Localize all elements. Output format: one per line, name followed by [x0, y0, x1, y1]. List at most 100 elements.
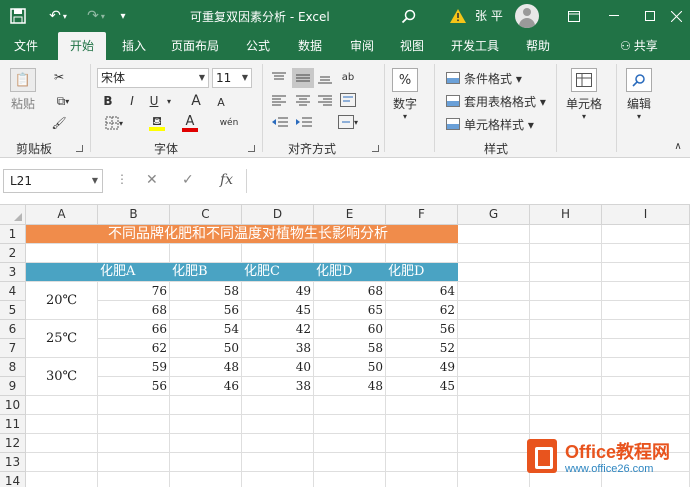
undo-icon[interactable]: ↶ ▾: [44, 7, 72, 25]
tab-review[interactable]: 审阅: [340, 32, 384, 60]
tab-file[interactable]: 文件: [6, 32, 46, 60]
select-all-button[interactable]: [0, 205, 26, 225]
tab-insert[interactable]: 插入: [112, 32, 156, 60]
data-cell[interactable]: 46: [170, 377, 242, 396]
more-options-icon[interactable]: ⋮: [116, 172, 128, 186]
tab-page-layout[interactable]: 页面布局: [162, 32, 228, 60]
cell[interactable]: [98, 453, 170, 472]
temperature-label[interactable]: 20℃: [26, 282, 97, 319]
tab-developer[interactable]: 开发工具: [440, 32, 510, 60]
cell[interactable]: [98, 244, 170, 263]
cut-icon[interactable]: ✂: [50, 68, 68, 86]
cell[interactable]: [98, 396, 170, 415]
wrap-text-icon[interactable]: [338, 90, 358, 110]
column-label[interactable]: 化肥D: [316, 263, 386, 281]
row-header[interactable]: 9: [0, 377, 26, 396]
cell[interactable]: [386, 453, 458, 472]
cell[interactable]: [170, 472, 242, 487]
data-cell[interactable]: 49: [242, 282, 314, 301]
sheet-title[interactable]: 不同品牌化肥和不同温度对植物生长影响分析: [26, 225, 458, 243]
cell[interactable]: [458, 396, 530, 415]
column-header[interactable]: E: [314, 205, 386, 225]
column-header[interactable]: F: [386, 205, 458, 225]
cell[interactable]: [386, 396, 458, 415]
cell[interactable]: [602, 301, 690, 320]
data-cell[interactable]: 64: [386, 282, 458, 301]
row-header[interactable]: 5: [0, 301, 26, 320]
formula-input[interactable]: [246, 169, 690, 193]
decrease-indent-icon[interactable]: [270, 114, 290, 130]
data-cell[interactable]: 38: [242, 339, 314, 358]
cell[interactable]: [458, 320, 530, 339]
close-icon[interactable]: [662, 4, 690, 28]
cell[interactable]: [530, 282, 602, 301]
cell[interactable]: [314, 434, 386, 453]
font-launcher-icon[interactable]: [248, 145, 255, 152]
data-cell[interactable]: 76: [98, 282, 170, 301]
cell[interactable]: [386, 415, 458, 434]
redo-icon[interactable]: ↷ ▾: [82, 7, 110, 25]
cell[interactable]: [530, 320, 602, 339]
copy-icon[interactable]: ⧉ ▾: [50, 92, 76, 110]
cell[interactable]: [530, 225, 602, 244]
column-header[interactable]: G: [458, 205, 530, 225]
data-cell[interactable]: 38: [242, 377, 314, 396]
alignment-launcher-icon[interactable]: [372, 145, 379, 152]
temperature-label[interactable]: 25℃: [26, 320, 97, 357]
decrease-font-button[interactable]: A: [214, 94, 228, 110]
cell[interactable]: [602, 358, 690, 377]
data-cell[interactable]: 45: [386, 377, 458, 396]
cell[interactable]: [530, 358, 602, 377]
data-cell[interactable]: 48: [314, 377, 386, 396]
cell[interactable]: [602, 244, 690, 263]
cell[interactable]: [458, 377, 530, 396]
cell[interactable]: [386, 472, 458, 487]
row-header[interactable]: 2: [0, 244, 26, 263]
row-header[interactable]: 4: [0, 282, 26, 301]
align-top-icon[interactable]: [270, 70, 288, 86]
cell[interactable]: [26, 244, 98, 263]
cell[interactable]: [242, 453, 314, 472]
cell[interactable]: [602, 415, 690, 434]
column-header[interactable]: H: [530, 205, 602, 225]
cell[interactable]: [314, 244, 386, 263]
orientation-icon[interactable]: ab: [340, 68, 356, 86]
align-middle-icon[interactable]: [292, 68, 314, 88]
row-header[interactable]: 12: [0, 434, 26, 453]
cell[interactable]: [26, 434, 98, 453]
cell[interactable]: [242, 244, 314, 263]
cell[interactable]: [98, 434, 170, 453]
data-cell[interactable]: 42: [242, 320, 314, 339]
cell[interactable]: [98, 472, 170, 487]
cell[interactable]: [170, 415, 242, 434]
conditional-formatting-button[interactable]: 条件格式 ▾: [446, 68, 522, 88]
data-cell[interactable]: 50: [170, 339, 242, 358]
cell[interactable]: [170, 396, 242, 415]
cell[interactable]: [602, 225, 690, 244]
align-center-icon[interactable]: [294, 92, 312, 108]
column-label[interactable]: 化肥B: [172, 263, 242, 281]
avatar[interactable]: [515, 4, 539, 28]
column-header[interactable]: B: [98, 205, 170, 225]
fill-color-icon[interactable]: ⛾: [142, 112, 172, 134]
increase-indent-icon[interactable]: [294, 114, 314, 130]
column-header[interactable]: D: [242, 205, 314, 225]
collapse-ribbon-icon[interactable]: ∧: [672, 140, 684, 152]
tab-formulas[interactable]: 公式: [236, 32, 280, 60]
cell[interactable]: [602, 282, 690, 301]
font-size-combo[interactable]: 11 ▼: [212, 68, 252, 88]
phonetic-guide-button[interactable]: wén: [218, 112, 240, 134]
data-cell[interactable]: 56: [386, 320, 458, 339]
cell[interactable]: [26, 472, 98, 487]
cell[interactable]: [170, 453, 242, 472]
column-header[interactable]: A: [26, 205, 98, 225]
cancel-icon[interactable]: ✕: [146, 172, 158, 188]
row-header[interactable]: 10: [0, 396, 26, 415]
cell[interactable]: [242, 396, 314, 415]
data-cell[interactable]: 48: [170, 358, 242, 377]
cell[interactable]: [458, 453, 530, 472]
bold-button[interactable]: B: [100, 92, 116, 110]
row-header[interactable]: 14: [0, 472, 26, 487]
cells-button[interactable]: 单元格 ▾: [566, 68, 602, 121]
save-icon[interactable]: [8, 7, 28, 25]
